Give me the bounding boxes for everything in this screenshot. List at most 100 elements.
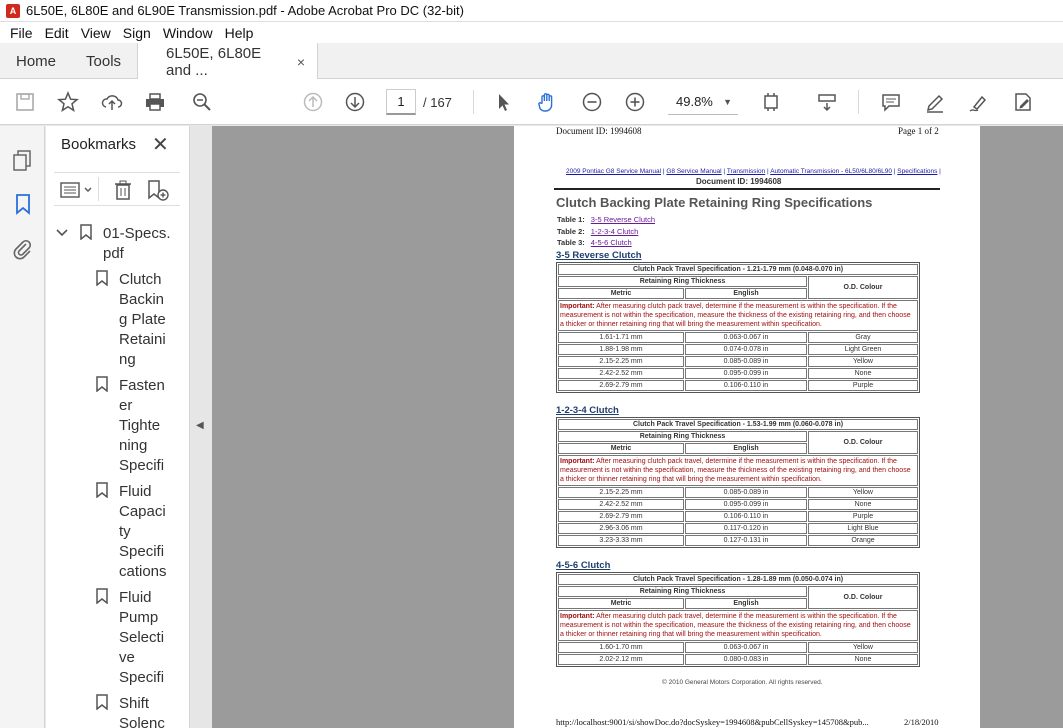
bookmark-ribbon-icon [96, 482, 108, 499]
bookmark-options-icon[interactable] [60, 181, 94, 199]
bookmarks-icon[interactable] [11, 192, 35, 216]
col-od-colour: O.D. Colour [808, 276, 918, 299]
menu-window[interactable]: Window [163, 25, 213, 41]
zoom-search-icon[interactable] [189, 89, 215, 115]
page-number-input[interactable]: 1 [386, 89, 416, 115]
table-ref-link[interactable]: 1-2-3-4 Clutch [591, 227, 639, 236]
table-row: 2.69-2.79 mm 0.106-0.110 in Purple [558, 380, 918, 391]
bookmarks-toolbar-divider [98, 177, 99, 201]
table-ref-label: Table 3: [557, 238, 585, 247]
cell-metric: 2.02-2.12 mm [558, 654, 684, 665]
close-icon[interactable]: ✕ [152, 132, 169, 157]
cell-colour: Orange [808, 535, 918, 546]
important-label: Important: [560, 303, 595, 310]
spec-table: Clutch Pack Travel Specification - 1.21-… [556, 262, 920, 393]
bookmark-ribbon-icon [96, 270, 108, 287]
bookmark-item[interactable]: Clutch Backin g Plate Retaini ng [119, 270, 166, 370]
spec-table: Clutch Pack Travel Specification - 1.53-… [556, 417, 920, 548]
new-bookmark-icon[interactable] [146, 179, 170, 201]
menu-file[interactable]: File [10, 25, 33, 41]
bookmarks-title: Bookmarks [61, 136, 137, 153]
edit-pdf-icon[interactable] [1010, 89, 1036, 115]
cell-metric: 2.96-3.06 mm [558, 523, 684, 534]
hand-tool-icon[interactable] [534, 89, 560, 115]
tab-document[interactable]: 6L50E, 6L80E and ... × [138, 43, 319, 80]
zoom-level-value: 49.8% [676, 94, 713, 109]
col-metric: Metric [558, 288, 684, 299]
cell-colour: Yellow [808, 487, 918, 498]
breadcrumb-link[interactable]: Automatic Transmission - 6L50/6L80/6L90 [770, 168, 892, 175]
tab-bar: Home Tools 6L50E, 6L80E and ... × [0, 43, 1063, 80]
select-cursor-icon[interactable] [490, 89, 516, 115]
footer-url: http://localhost:9001/si/showDoc.do?docS… [556, 717, 869, 727]
page-thumbnails-icon[interactable] [11, 148, 35, 172]
tab-tools[interactable]: Tools [72, 43, 139, 79]
menu-edit[interactable]: Edit [45, 25, 69, 41]
save-icon[interactable] [12, 89, 38, 115]
table-ref-link[interactable]: 4-5-6 Clutch [591, 238, 632, 247]
breadcrumb-link[interactable]: 2009 Pontiac G8 Service Manual [566, 168, 661, 175]
next-page-icon[interactable] [342, 89, 368, 115]
table-reference: Table 1: 3-5 Reverse Clutch [557, 215, 655, 224]
zoom-out-icon[interactable] [579, 89, 605, 115]
menu-view[interactable]: View [81, 25, 111, 41]
bookmark-item[interactable]: Fluid Capaci ty Specifi cations [119, 482, 167, 582]
cell-english: 0.106-0.110 in [685, 380, 807, 391]
collapse-left-icon[interactable]: ◀ [196, 420, 204, 431]
bookmark-ribbon-icon [96, 376, 108, 393]
comment-icon[interactable] [878, 89, 904, 115]
menu-help[interactable]: Help [225, 25, 254, 41]
zoom-in-icon[interactable] [622, 89, 648, 115]
cell-metric: 1.60-1.70 mm [558, 642, 684, 653]
tab-close-icon[interactable]: × [297, 54, 305, 70]
previous-page-icon[interactable] [300, 89, 326, 115]
table-row: 2.96-3.06 mm 0.117-0.120 in Light Blue [558, 523, 918, 534]
attachments-paperclip-icon[interactable] [11, 238, 35, 262]
col-english: English [685, 598, 807, 609]
important-note: Important: After measuring clutch pack t… [558, 610, 918, 641]
panel-collapse-handle[interactable]: ◀ [190, 126, 212, 728]
cell-colour: Light Green [808, 344, 918, 355]
important-text: After measuring clutch pack travel, dete… [560, 303, 911, 328]
col-retaining: Retaining Ring Thickness [558, 586, 807, 597]
bookmark-item[interactable]: Fasten er Tighte ning Specifi [119, 376, 165, 476]
cell-metric: 2.69-2.79 mm [558, 380, 684, 391]
cell-english: 0.063-0.067 in [685, 332, 807, 343]
scroll-mode-icon[interactable] [814, 89, 840, 115]
table-row: 1.88-1.98 mm 0.074-0.078 in Light Green [558, 344, 918, 355]
bookmark-item[interactable]: 01-Specs. pdf [103, 224, 171, 264]
zoom-level-select[interactable]: 49.8% ▼ [668, 89, 738, 115]
breadcrumb-link[interactable]: Transmission [727, 168, 765, 175]
highlight-pen-icon[interactable] [922, 89, 948, 115]
tab-document-label: 6L50E, 6L80E and ... [166, 44, 262, 79]
footer-date: 2/18/2010 [904, 717, 939, 727]
table-ref-link[interactable]: 3-5 Reverse Clutch [591, 215, 655, 224]
print-icon[interactable] [142, 89, 168, 115]
table-row: 2.42-2.52 mm 0.095-0.099 in None [558, 499, 918, 510]
fill-sign-icon[interactable] [966, 89, 992, 115]
travel-spec: Clutch Pack Travel Specification - 1.53-… [558, 419, 918, 430]
bookmark-item[interactable]: Shift Solenc [119, 694, 165, 728]
cell-colour: None [808, 654, 918, 665]
cell-english: 0.085-0.089 in [685, 356, 807, 367]
star-icon[interactable] [55, 89, 81, 115]
bookmark-tree: 01-Specs. pdf Clutch Backin g Plate Reta… [46, 218, 174, 728]
upload-cloud-icon[interactable] [99, 89, 125, 115]
header-document-id: Document ID: 1994608 [556, 126, 642, 136]
left-navigation-rail [0, 126, 45, 728]
chevron-down-icon[interactable] [56, 226, 68, 241]
bookmark-ribbon-icon [96, 588, 108, 605]
breadcrumb-link[interactable]: G8 Service Manual [666, 168, 721, 175]
bookmark-item[interactable]: Fluid Pump Selecti ve Specifi [119, 588, 164, 688]
cell-english: 0.117-0.120 in [685, 523, 807, 534]
cell-colour: Gray [808, 332, 918, 343]
tab-home[interactable]: Home [0, 43, 72, 79]
col-metric: Metric [558, 443, 684, 454]
breadcrumb-link[interactable]: Specifications [897, 168, 937, 175]
menu-sign[interactable]: Sign [123, 25, 151, 41]
document-viewer[interactable]: Document ID: 1994608 Page 1 of 2 2009 Po… [212, 126, 1063, 728]
delete-bookmark-icon[interactable] [112, 179, 134, 201]
table-row: 1.60-1.70 mm 0.063-0.067 in Yellow [558, 642, 918, 653]
fit-page-icon[interactable] [758, 89, 784, 115]
travel-spec: Clutch Pack Travel Specification - 1.28-… [558, 574, 918, 585]
